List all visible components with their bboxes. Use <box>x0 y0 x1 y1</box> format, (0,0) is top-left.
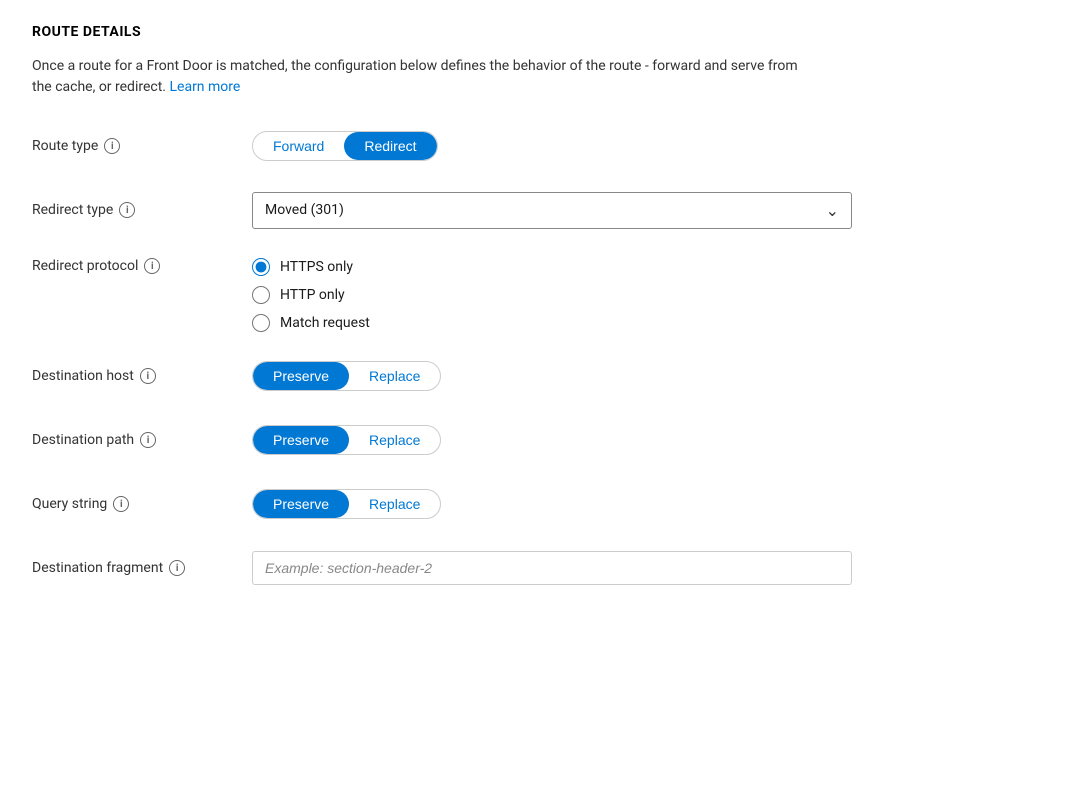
destination-path-label: Destination path i <box>32 432 252 448</box>
destination-host-replace-btn[interactable]: Replace <box>349 362 440 390</box>
redirect-protocol-label: Redirect protocol i <box>32 258 252 274</box>
route-type-info-icon[interactable]: i <box>104 138 120 154</box>
route-type-control: Forward Redirect <box>252 131 1051 161</box>
route-type-forward-btn[interactable]: Forward <box>253 132 344 160</box>
destination-path-preserve-btn[interactable]: Preserve <box>253 426 349 454</box>
redirect-protocol-https-label: HTTPS only <box>280 259 353 275</box>
query-string-control: Preserve Replace <box>252 489 1051 519</box>
destination-path-row: Destination path i Preserve Replace <box>32 420 1051 460</box>
destination-host-info-icon[interactable]: i <box>140 368 156 384</box>
redirect-protocol-row: Redirect protocol i HTTPS only HTTP only… <box>32 254 1051 332</box>
destination-path-toggle-group: Preserve Replace <box>252 425 441 455</box>
query-string-row: Query string i Preserve Replace <box>32 484 1051 524</box>
learn-more-link[interactable]: Learn more <box>169 79 240 95</box>
redirect-protocol-match-radio[interactable] <box>252 314 270 332</box>
destination-path-control: Preserve Replace <box>252 425 1051 455</box>
destination-fragment-control <box>252 551 1051 585</box>
redirect-type-row: Redirect type i Moved (301) ⌄ <box>32 190 1051 230</box>
redirect-type-value: Moved (301) <box>265 202 344 218</box>
redirect-protocol-http-label: HTTP only <box>280 287 345 303</box>
destination-host-control: Preserve Replace <box>252 361 1051 391</box>
route-type-row: Route type i Forward Redirect <box>32 126 1051 166</box>
redirect-protocol-radio-group: HTTPS only HTTP only Match request <box>252 258 1051 332</box>
destination-fragment-row: Destination fragment i <box>32 548 1051 588</box>
redirect-type-dropdown[interactable]: Moved (301) ⌄ <box>252 192 852 229</box>
query-string-toggle-group: Preserve Replace <box>252 489 441 519</box>
page-title: ROUTE DETAILS <box>32 24 1051 40</box>
destination-fragment-input[interactable] <box>252 551 852 585</box>
destination-path-info-icon[interactable]: i <box>140 432 156 448</box>
destination-host-preserve-btn[interactable]: Preserve <box>253 362 349 390</box>
query-string-preserve-btn[interactable]: Preserve <box>253 490 349 518</box>
redirect-protocol-http-radio[interactable] <box>252 286 270 304</box>
query-string-label: Query string i <box>32 496 252 512</box>
redirect-protocol-match-option[interactable]: Match request <box>252 314 1051 332</box>
description-text: Once a route for a Front Door is matched… <box>32 58 798 95</box>
destination-fragment-info-icon[interactable]: i <box>169 560 185 576</box>
destination-fragment-label: Destination fragment i <box>32 560 252 576</box>
page-description: Once a route for a Front Door is matched… <box>32 56 812 98</box>
route-type-label: Route type i <box>32 138 252 154</box>
route-type-redirect-btn[interactable]: Redirect <box>344 132 436 160</box>
redirect-type-info-icon[interactable]: i <box>119 202 135 218</box>
route-type-toggle-group: Forward Redirect <box>252 131 438 161</box>
destination-host-row: Destination host i Preserve Replace <box>32 356 1051 396</box>
query-string-replace-btn[interactable]: Replace <box>349 490 440 518</box>
redirect-protocol-https-option[interactable]: HTTPS only <box>252 258 1051 276</box>
redirect-protocol-https-radio[interactable] <box>252 258 270 276</box>
destination-path-replace-btn[interactable]: Replace <box>349 426 440 454</box>
redirect-type-control: Moved (301) ⌄ <box>252 192 1051 229</box>
redirect-protocol-control: HTTPS only HTTP only Match request <box>252 258 1051 332</box>
query-string-info-icon[interactable]: i <box>113 496 129 512</box>
redirect-protocol-match-label: Match request <box>280 315 370 331</box>
redirect-type-label: Redirect type i <box>32 202 252 218</box>
redirect-protocol-http-option[interactable]: HTTP only <box>252 286 1051 304</box>
destination-host-toggle-group: Preserve Replace <box>252 361 441 391</box>
destination-host-label: Destination host i <box>32 368 252 384</box>
dropdown-chevron-icon: ⌄ <box>826 201 839 220</box>
redirect-protocol-info-icon[interactable]: i <box>144 258 160 274</box>
